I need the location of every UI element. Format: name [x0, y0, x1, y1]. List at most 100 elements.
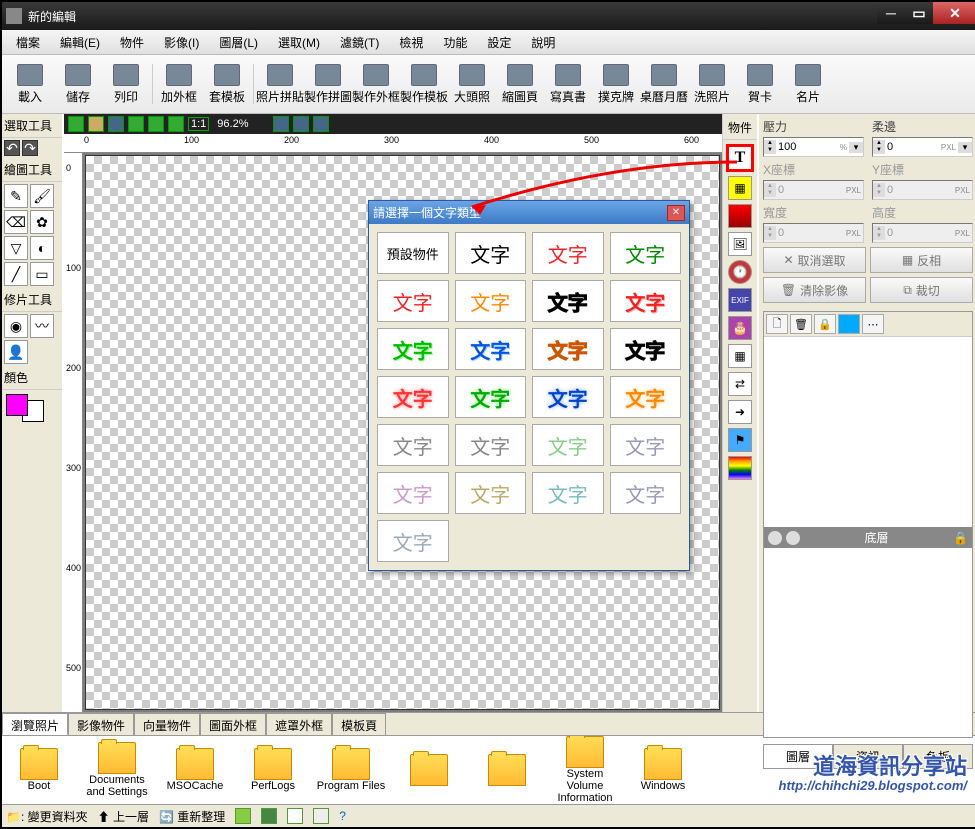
menu-item[interactable]: 物件 — [112, 32, 152, 53]
toolbar-button[interactable]: 載入 — [6, 64, 54, 105]
toolbar-button[interactable]: 大頭照 — [448, 64, 496, 105]
toolbar-button[interactable]: 賀卡 — [736, 64, 784, 105]
forward-icon[interactable]: ➜ — [728, 400, 752, 424]
arrows-icon[interactable]: ⇄ — [728, 372, 752, 396]
text-style-option[interactable]: 文字 — [610, 232, 682, 274]
menu-item[interactable]: 設定 — [479, 32, 519, 53]
fill-tool[interactable]: ▽ — [4, 236, 28, 260]
menu-item[interactable]: 編輯(E) — [52, 32, 108, 53]
eye-icon[interactable] — [768, 531, 782, 545]
mask-icon[interactable] — [786, 531, 800, 545]
image-tool[interactable]: 🖼 — [728, 232, 752, 256]
clone-tool[interactable]: 👤 — [4, 340, 28, 364]
close-button[interactable]: ✕ — [933, 2, 975, 24]
folder-item[interactable]: Windows — [628, 748, 698, 792]
cake-icon[interactable]: 🎂 — [728, 316, 752, 340]
toolbar-button[interactable]: 加外框 — [155, 64, 203, 105]
bottom-tab[interactable]: 圖面外框 — [200, 713, 266, 735]
layer-list[interactable]: 底層 🔒 — [764, 527, 972, 737]
undo-icon[interactable]: ↶ — [4, 140, 20, 156]
toolbar-button[interactable]: 儲存 — [54, 64, 102, 105]
toolbar-button[interactable]: 套模板 — [203, 64, 251, 105]
menu-item[interactable]: 圖層(L) — [211, 32, 266, 53]
stamp-tool[interactable]: ✿ — [30, 210, 54, 234]
text-style-option[interactable]: 文字 — [532, 280, 604, 322]
bottom-tab[interactable]: 瀏覽照片 — [2, 713, 68, 735]
brush-tool[interactable]: 🖌 — [30, 184, 54, 208]
text-style-option[interactable]: 文字 — [455, 280, 527, 322]
minimize-button[interactable]: ─ — [877, 2, 905, 24]
bottom-tab[interactable]: 影像物件 — [68, 713, 134, 735]
flag-icon[interactable]: ⚑ — [728, 428, 752, 452]
text-style-option[interactable]: 文字 — [532, 232, 604, 274]
shape-tool[interactable] — [728, 204, 752, 228]
layer-menu-button[interactable]: ⋯ — [862, 314, 884, 334]
dialog-titlebar[interactable]: 請選擇一個文字類型 ✕ — [369, 201, 689, 224]
exif-tool[interactable]: EXIF — [728, 288, 752, 312]
paste-icon[interactable] — [108, 116, 124, 132]
up-folder-link[interactable]: ⬆ 上一層 — [98, 808, 149, 825]
text-style-option[interactable]: 文字 — [455, 424, 527, 466]
maximize-button[interactable]: ▭ — [905, 2, 933, 24]
toolbar-button[interactable]: 製作外框 — [352, 64, 400, 105]
hand-tool-icon[interactable] — [293, 116, 309, 132]
folder-item[interactable]: MSOCache — [160, 748, 230, 792]
line-tool[interactable]: ╱ — [4, 262, 28, 286]
folder-item[interactable]: System Volume Information — [550, 736, 620, 804]
text-style-option[interactable]: 文字 — [532, 424, 604, 466]
fit-icon[interactable] — [168, 116, 184, 132]
text-style-option[interactable]: 文字 — [377, 376, 449, 418]
soft-input[interactable]: ▲▼0PXL▾ — [872, 137, 973, 157]
text-style-option[interactable]: 文字 — [532, 472, 604, 514]
color-swatch[interactable] — [2, 390, 62, 426]
foreground-color[interactable] — [6, 394, 28, 416]
toolbar-button[interactable]: 製作拼圖 — [304, 64, 352, 105]
zoomout-icon[interactable] — [148, 116, 164, 132]
redeye-tool[interactable]: ◉ — [4, 314, 28, 338]
text-style-option[interactable]: 文字 — [455, 472, 527, 514]
folder-item[interactable] — [394, 754, 464, 786]
copy-icon[interactable] — [88, 116, 104, 132]
layer-row[interactable]: 底層 🔒 — [764, 527, 972, 548]
text-style-option[interactable]: 文字 — [532, 328, 604, 370]
grid-tool[interactable]: ▦ — [728, 344, 752, 368]
toolbar-button[interactable]: 製作模板 — [400, 64, 448, 105]
pressure-input[interactable]: ▲▼100%▾ — [763, 137, 864, 157]
status-icon2[interactable] — [261, 808, 277, 824]
zoomin-icon[interactable] — [128, 116, 144, 132]
toolbar-button[interactable]: 桌曆月曆 — [640, 64, 688, 105]
toolbar-button[interactable]: 名片 — [784, 64, 832, 105]
dialog-close-button[interactable]: ✕ — [667, 205, 685, 221]
deselect-button[interactable]: ✕ 取消選取 — [763, 247, 866, 273]
refresh-link[interactable]: 🔄 重新整理 — [159, 808, 225, 825]
panel-tab[interactable]: 圖層 — [763, 745, 833, 769]
bottom-tab[interactable]: 遮罩外框 — [266, 713, 332, 735]
toolbar-button[interactable]: 洗照片 — [688, 64, 736, 105]
text-style-option[interactable]: 文字 — [455, 328, 527, 370]
crop-button[interactable]: ⧉ 裁切 — [870, 277, 973, 303]
text-tool[interactable]: T — [726, 144, 754, 172]
text-style-option[interactable]: 文字 — [610, 424, 682, 466]
menu-item[interactable]: 功能 — [435, 32, 475, 53]
clock-icon[interactable]: 🕐 — [728, 260, 752, 284]
redo-icon[interactable]: ↷ — [22, 140, 38, 156]
folder-item[interactable]: Program Files — [316, 748, 386, 792]
bottom-tab[interactable]: 模板頁 — [332, 713, 386, 735]
text-style-option[interactable]: 文字 — [455, 232, 527, 274]
toolbar-button[interactable]: 縮圖頁 — [496, 64, 544, 105]
text-style-option[interactable]: 文字 — [532, 376, 604, 418]
text-style-option[interactable]: 文字 — [610, 472, 682, 514]
menu-item[interactable]: 檔案 — [8, 32, 48, 53]
bottom-tab[interactable]: 向量物件 — [134, 713, 200, 735]
panel-tab[interactable]: 資訊 — [833, 745, 903, 769]
invert-button[interactable]: ▦ 反相 — [870, 247, 973, 273]
text-style-option[interactable]: 文字 — [377, 424, 449, 466]
text-style-option[interactable]: 文字 — [610, 280, 682, 322]
rect-tool[interactable]: ▭ — [30, 262, 54, 286]
rotate-tool-icon[interactable] — [313, 116, 329, 132]
menu-item[interactable]: 檢視 — [391, 32, 431, 53]
folder-item[interactable]: PerfLogs — [238, 748, 308, 792]
text-style-option[interactable]: 文字 — [610, 328, 682, 370]
toolbar-button[interactable]: 列印 — [102, 64, 150, 105]
gradient-tool[interactable]: ◐ — [30, 236, 54, 260]
